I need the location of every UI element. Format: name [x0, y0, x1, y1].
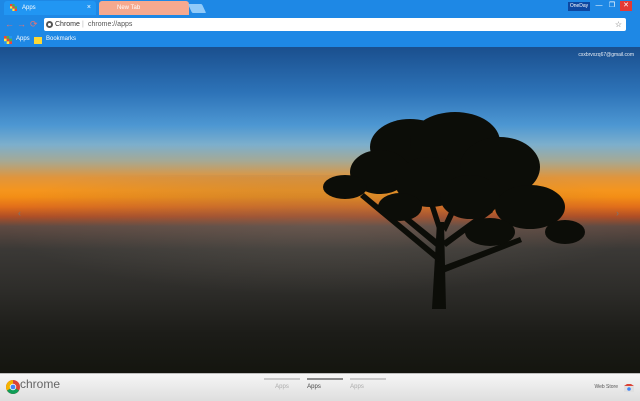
chrome-wordmark: chrome	[20, 377, 61, 391]
omnibox-label: Chrome	[55, 21, 80, 28]
page-label-1[interactable]: Apps	[264, 384, 300, 390]
tree-silhouette	[323, 112, 585, 309]
forward-button[interactable]: →	[17, 19, 26, 29]
wallpaper	[0, 47, 640, 373]
browser-chrome: Apps × New Tab OneDay — ❐ ✕ ← → ⟳ Chrome…	[0, 0, 640, 47]
bookmark-label: Bookmarks	[46, 36, 77, 42]
tab-new-tab[interactable]: New Tab	[99, 1, 189, 15]
page-indicator-1[interactable]	[264, 378, 300, 380]
address-bar[interactable]: Chrome | chrome://apps ☆	[44, 18, 626, 31]
page-label-2[interactable]: Apps	[296, 384, 332, 390]
page-indicator-2[interactable]	[307, 378, 343, 380]
apps-grid-icon	[10, 4, 17, 11]
bookmark-label: Apps	[16, 36, 30, 42]
account-email[interactable]: csxbrvxzq67@gmail.com	[578, 52, 634, 58]
page-indicator-3[interactable]	[350, 378, 386, 380]
web-store-icon[interactable]	[624, 384, 634, 392]
page-label-3[interactable]: Apps	[339, 384, 375, 390]
web-store-link[interactable]: Web Store	[594, 384, 618, 390]
tab-apps[interactable]: Apps ×	[4, 1, 96, 15]
folder-icon	[34, 37, 42, 44]
tab-label: Apps	[22, 5, 36, 11]
new-tab-button[interactable]	[187, 4, 207, 13]
bookmark-folder[interactable]: Bookmarks	[34, 34, 76, 45]
minimize-button[interactable]: —	[593, 1, 605, 11]
chrome-logo-icon	[6, 380, 20, 394]
prev-page-arrow[interactable]: ‹	[18, 208, 21, 218]
bookmark-apps[interactable]: Apps	[4, 34, 30, 45]
omnibox-separator: |	[82, 21, 84, 28]
url-text[interactable]: chrome://apps	[88, 18, 132, 31]
close-window-button[interactable]: ✕	[620, 1, 632, 11]
reload-button[interactable]: ⟳	[30, 19, 38, 30]
apps-grid-icon	[4, 36, 12, 44]
chrome-logo-icon	[46, 21, 53, 28]
profile-button[interactable]: OneDay	[568, 2, 590, 11]
restore-button[interactable]: ❐	[606, 1, 618, 11]
next-page-arrow[interactable]: ›	[616, 208, 619, 218]
app-launcher-footer: chrome Apps Apps Apps Web Store	[0, 373, 640, 401]
tab-close-icon[interactable]: ×	[87, 1, 91, 15]
bookmarks-bar: Apps Bookmarks	[0, 33, 640, 46]
back-button[interactable]: ←	[5, 19, 14, 29]
toolbar: ← → ⟳ Chrome | chrome://apps ☆	[0, 16, 640, 32]
bookmark-star-icon[interactable]: ☆	[615, 18, 622, 31]
tab-label: New Tab	[117, 5, 141, 11]
